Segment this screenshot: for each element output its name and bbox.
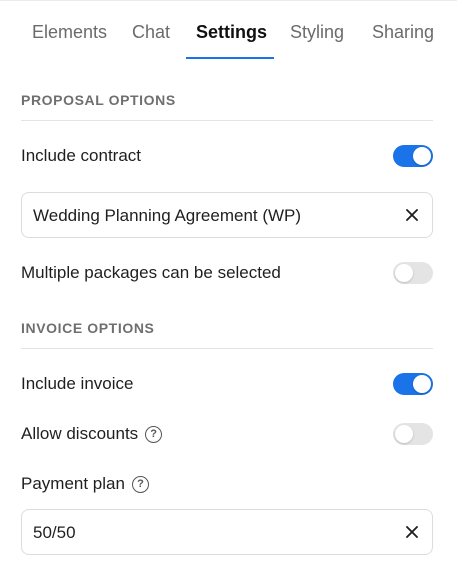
payment-plan-value: 50/50	[33, 523, 76, 542]
multiple-packages-toggle[interactable]	[393, 262, 433, 284]
settings-panel: Elements Chat Settings Styling Sharing P…	[0, 0, 457, 577]
allow-discounts-label: Allow discounts ?	[21, 424, 163, 444]
invoice-options-heading: INVOICE OPTIONS	[21, 320, 155, 336]
tab-sharing[interactable]: Sharing	[372, 22, 434, 43]
include-invoice-label: Include invoice	[21, 374, 133, 394]
tab-settings[interactable]: Settings	[196, 22, 267, 43]
allow-discounts-toggle[interactable]	[393, 423, 433, 445]
question-circle-icon[interactable]: ?	[131, 475, 149, 493]
toggle-knob	[395, 264, 413, 282]
include-contract-label: Include contract	[21, 146, 141, 166]
allow-discounts-text: Allow discounts	[21, 424, 139, 443]
contract-select[interactable]: Wedding Planning Agreement (WP)	[21, 192, 433, 238]
tab-bar: Elements Chat Settings Styling Sharing	[0, 0, 457, 60]
section-divider	[21, 348, 433, 349]
toggle-knob	[413, 375, 431, 393]
tab-chat[interactable]: Chat	[132, 22, 170, 43]
active-tab-indicator	[186, 57, 274, 59]
include-invoice-text: Include invoice	[21, 374, 134, 393]
payment-plan-select[interactable]: 50/50	[21, 509, 433, 555]
multiple-packages-text: Multiple packages can be selected	[21, 263, 281, 282]
tab-styling[interactable]: Styling	[290, 22, 344, 43]
contract-select-value: Wedding Planning Agreement (WP)	[33, 206, 302, 225]
section-divider	[21, 120, 433, 121]
payment-plan-label: Payment plan ?	[21, 474, 149, 494]
toggle-knob	[413, 147, 431, 165]
include-contract-toggle[interactable]	[393, 145, 433, 167]
multiple-packages-label: Multiple packages can be selected	[21, 263, 281, 283]
include-contract-text: Include contract	[21, 146, 142, 165]
payment-plan-text: Payment plan	[21, 474, 125, 493]
include-invoice-toggle[interactable]	[393, 373, 433, 395]
toggle-knob	[395, 425, 413, 443]
proposal-options-heading: PROPOSAL OPTIONS	[21, 92, 176, 108]
tab-elements[interactable]: Elements	[32, 22, 107, 43]
close-icon[interactable]	[404, 524, 420, 540]
close-icon[interactable]	[404, 207, 420, 223]
question-circle-icon[interactable]: ?	[145, 425, 163, 443]
